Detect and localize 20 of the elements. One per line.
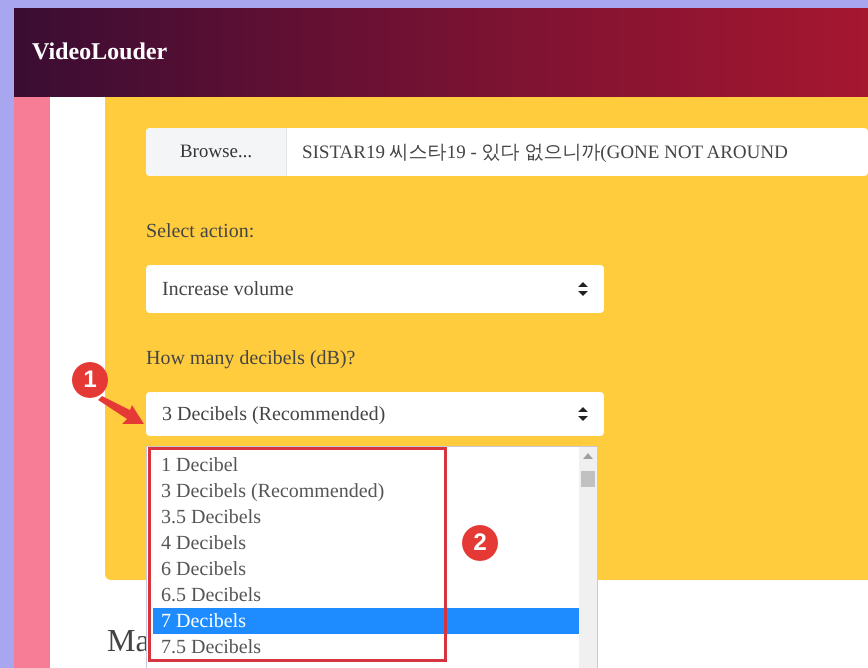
field-label: How many decibels (dB)?: [146, 347, 356, 370]
dropdown-option[interactable]: 3 Decibels (Recommended): [153, 478, 388, 504]
app-title[interactable]: VideoLouder: [32, 39, 168, 66]
dropdown-option[interactable]: 7.5 Decibels: [153, 634, 265, 660]
scroll-up-icon[interactable]: [583, 453, 593, 459]
browse-button[interactable]: Browse...: [146, 128, 287, 176]
pointer-arrow: [98, 396, 144, 426]
dropdown-option[interactable]: 4 Decibels: [153, 530, 250, 556]
dropdown-option[interactable]: 6.5 Decibels: [153, 582, 265, 608]
dropdown-option[interactable]: 6 Decibels: [153, 556, 250, 582]
field-label: Select action:: [146, 220, 256, 243]
scrollbar-thumb[interactable]: [581, 471, 595, 487]
dropdown-select[interactable]: Increase volume: [146, 265, 604, 313]
file-name-field[interactable]: SISTAR19 씨스타19 - 있다 없으니까(GONE NOT AROUND: [287, 128, 868, 176]
sort-arrows-icon: [578, 407, 588, 421]
dropdown-option[interactable]: 3.5 Decibels: [153, 504, 265, 530]
scrollbar[interactable]: [579, 447, 597, 668]
sort-arrows-icon: [578, 282, 588, 296]
dropdown-option[interactable]: 1 Decibel: [153, 452, 242, 478]
dropdown-select[interactable]: 3 Decibels (Recommended): [146, 392, 604, 436]
